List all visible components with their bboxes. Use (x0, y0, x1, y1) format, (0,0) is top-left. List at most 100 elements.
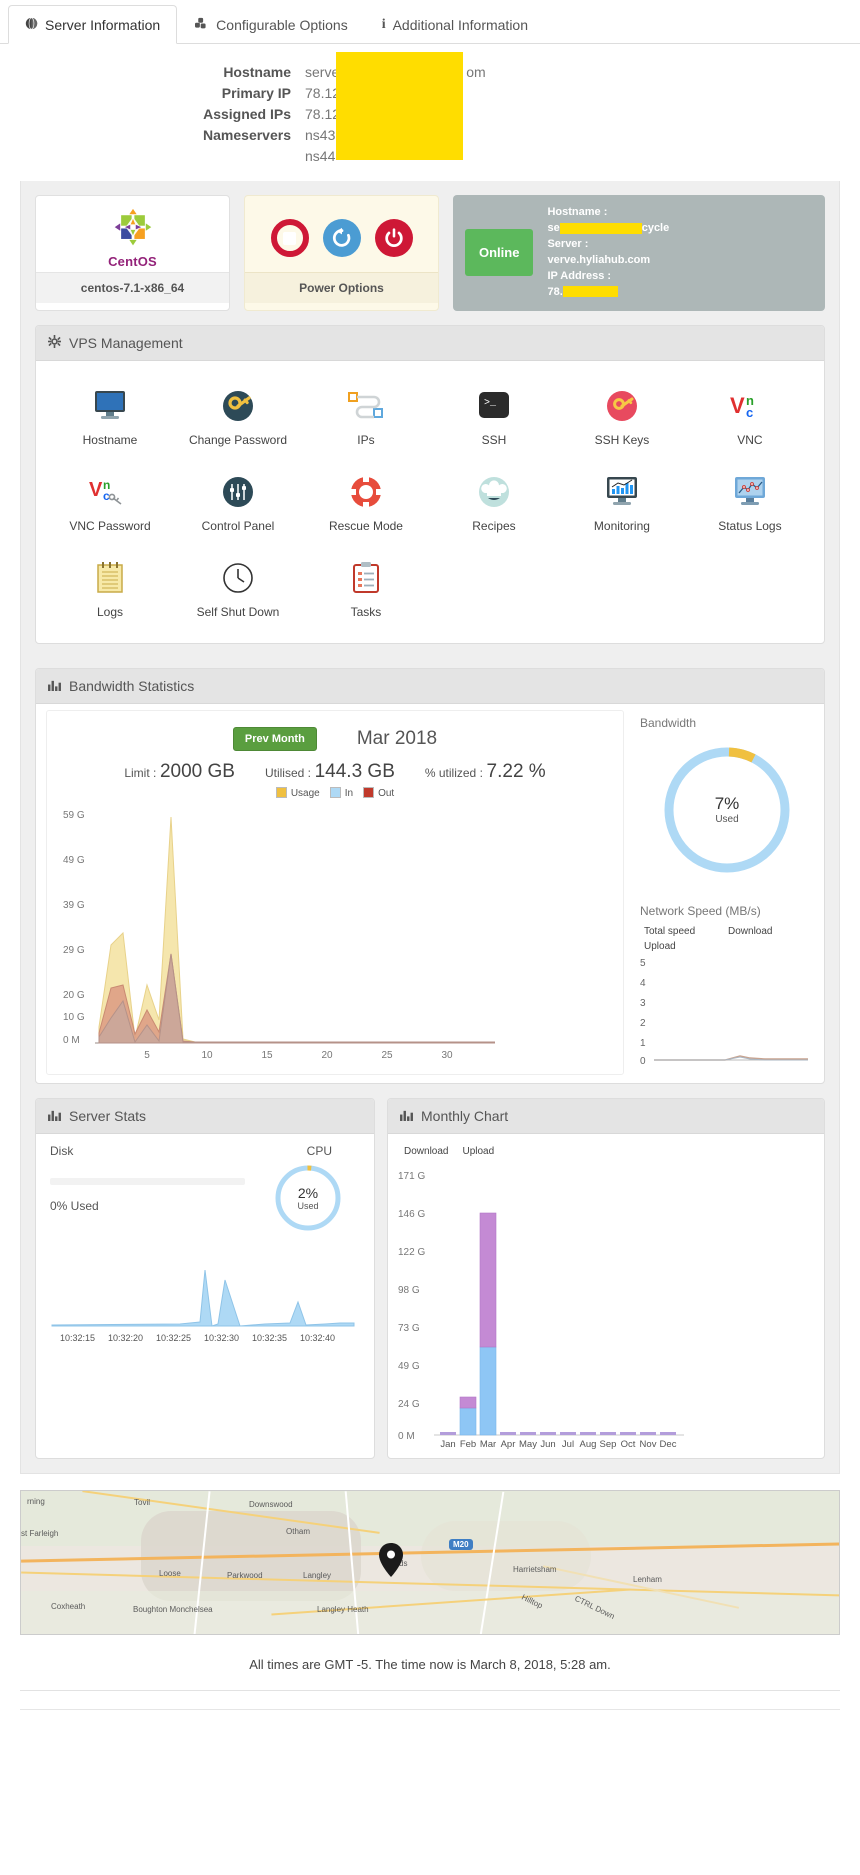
vps-item-label: Monitoring (593, 518, 650, 533)
vps-item-label: SSH (481, 432, 507, 447)
vps-item-rescue-mode[interactable]: Rescue Mode (302, 461, 430, 547)
status-hostname-label: Hostname : (547, 206, 608, 218)
svg-text:49 G: 49 G (398, 1361, 420, 1372)
gear-icon (48, 334, 61, 351)
redaction-overlay (336, 52, 463, 160)
vps-item-label: VNC (737, 432, 763, 447)
vps-item-tasks[interactable]: Tasks (302, 547, 430, 633)
tab-configurable-options[interactable]: Configurable Options (177, 5, 365, 44)
vps-item-ips[interactable]: IPs (302, 375, 430, 461)
vps-item-status-logs[interactable]: Status Logs (686, 461, 814, 547)
info-icon: i (381, 17, 386, 32)
bandwidth-donut-percent: 7% (714, 794, 740, 814)
legend-item-out: Out (363, 786, 394, 799)
info-value-tail: om (466, 64, 486, 80)
svg-text:V: V (89, 479, 103, 501)
svg-text:171 G: 171 G (398, 1171, 425, 1182)
cpu-timeline-chart: 10:32:15 10:32:20 10:32:25 10:32:30 10:3… (51, 1269, 355, 1343)
tab-label: Configurable Options (216, 17, 348, 33)
bandwidth-chart-area: Prev Month Mar 2018 Limit : 2000 GB Util… (46, 709, 624, 1075)
location-map[interactable]: M20 rning Tovil Downswood st Farleigh Ot… (20, 1489, 840, 1635)
vps-item-label: Change Password (188, 432, 287, 447)
svg-text:Sep: Sep (600, 1439, 617, 1449)
svg-text:10:32:35: 10:32:35 (252, 1333, 287, 1343)
limit-value: 2000 GB (159, 760, 235, 782)
network-speed-chart: 5 4 3 2 1 0 (640, 958, 808, 1067)
vps-item-self-shut-down[interactable]: Self Shut Down (174, 547, 302, 633)
bar-chart-icon (48, 678, 61, 694)
centos-logo: CentOS (108, 207, 157, 269)
legend-item-upload: Upload (462, 1145, 495, 1157)
info-value: ns43 (305, 127, 336, 143)
map-label: Langley (303, 1570, 332, 1580)
vps-item-control-panel[interactable]: Control Panel (174, 461, 302, 547)
map-label: Parkwood (227, 1570, 263, 1580)
monitor-icon (48, 385, 172, 427)
map-label: Boughton Monchelsea (133, 1604, 213, 1614)
tab-label: Server Information (45, 17, 161, 33)
overview-section: CentOS centos-7.1-x86_64 Power Options O… (20, 181, 840, 1474)
map-label: Tovil (134, 1497, 151, 1507)
svg-text:Jan: Jan (440, 1439, 455, 1449)
monthly-chart-panel: Monthly Chart Download Upload 171 G 146 … (387, 1097, 825, 1459)
vps-item-label: Status Logs (718, 518, 782, 533)
map-label: Loose (159, 1568, 181, 1578)
tab-additional-information[interactable]: i Additional Information (365, 5, 545, 44)
vps-item-ssh[interactable]: >_ SSH (430, 375, 558, 461)
svg-text:24 G: 24 G (398, 1399, 420, 1410)
info-label: Hostname (223, 64, 291, 80)
disk-used-label: 0% Used (50, 1198, 99, 1213)
svg-text:Oct: Oct (621, 1439, 636, 1449)
bandwidth-donut: 7% Used (657, 740, 797, 880)
info-label: Assigned IPs (203, 106, 291, 122)
power-button[interactable] (374, 219, 413, 257)
svg-text:4: 4 (640, 978, 646, 989)
map-marker-pin[interactable] (379, 1542, 403, 1580)
legend-item-usage: Usage (275, 786, 320, 799)
disk-label: Disk (50, 1143, 74, 1158)
vps-item-recipes[interactable]: Recipes (430, 461, 558, 547)
info-value: 78.12 (305, 106, 341, 122)
vps-item-hostname[interactable]: Hostname (46, 375, 174, 461)
vps-item-change-password[interactable]: Change Password (174, 375, 302, 461)
vnc-icon: Vnc (688, 385, 812, 427)
power-options-card: Power Options (244, 195, 439, 311)
legend-item-total-speed: Total speed (644, 925, 696, 937)
prev-month-button[interactable]: Prev Month (232, 726, 317, 751)
panel-title: Server Stats (69, 1107, 147, 1124)
chef-hat-icon (432, 471, 556, 513)
svg-text:15: 15 (261, 1050, 273, 1061)
map-label: Harrietsham (513, 1564, 557, 1574)
svg-text:Apr: Apr (501, 1439, 516, 1449)
power-icon (384, 228, 403, 247)
svg-text:98 G: 98 G (398, 1285, 420, 1296)
vps-item-vnc-password[interactable]: Vnc VNC Password (46, 461, 174, 547)
tab-server-information[interactable]: Server Information (8, 5, 178, 44)
svg-text:0: 0 (640, 1056, 646, 1067)
network-speed-title: Network Speed (MB/s) (640, 903, 761, 918)
reboot-button[interactable] (322, 219, 361, 257)
svg-text:Nov: Nov (640, 1439, 657, 1449)
monthly-bar-chart: 171 G 146 G 122 G 98 G 73 G 49 G 24 G 0 … (398, 1171, 684, 1450)
vps-item-monitoring[interactable]: Monitoring (558, 461, 686, 547)
svg-text:0 M: 0 M (398, 1431, 415, 1442)
bandwidth-legend: Usage In Out (55, 786, 615, 799)
map-label: Coxheath (51, 1601, 86, 1611)
status-badge: Online (465, 229, 534, 277)
svg-text:20 G: 20 G (63, 990, 85, 1001)
cpu-label: CPU (306, 1143, 332, 1158)
centos-icon (114, 208, 151, 246)
stop-button[interactable] (270, 219, 309, 257)
vps-item-ssh-keys[interactable]: SSH Keys (558, 375, 686, 461)
footer-time-note: All times are GMT -5. The time now is Ma… (249, 1656, 611, 1672)
svg-text:10:32:25: 10:32:25 (156, 1333, 191, 1343)
status-ip-label: IP Address : (547, 269, 612, 282)
key-circle-icon (176, 385, 300, 427)
vps-item-vnc[interactable]: Vnc VNC (686, 375, 814, 461)
cpu-donut: 2% Used (272, 1162, 344, 1234)
svg-text:Dec: Dec (660, 1439, 677, 1449)
limit-label: Limit : (124, 765, 157, 780)
bar-chart-icon (400, 1108, 413, 1124)
vps-item-logs[interactable]: Logs (46, 547, 174, 633)
os-name-label: centos-7.1-x86_64 (36, 272, 229, 303)
